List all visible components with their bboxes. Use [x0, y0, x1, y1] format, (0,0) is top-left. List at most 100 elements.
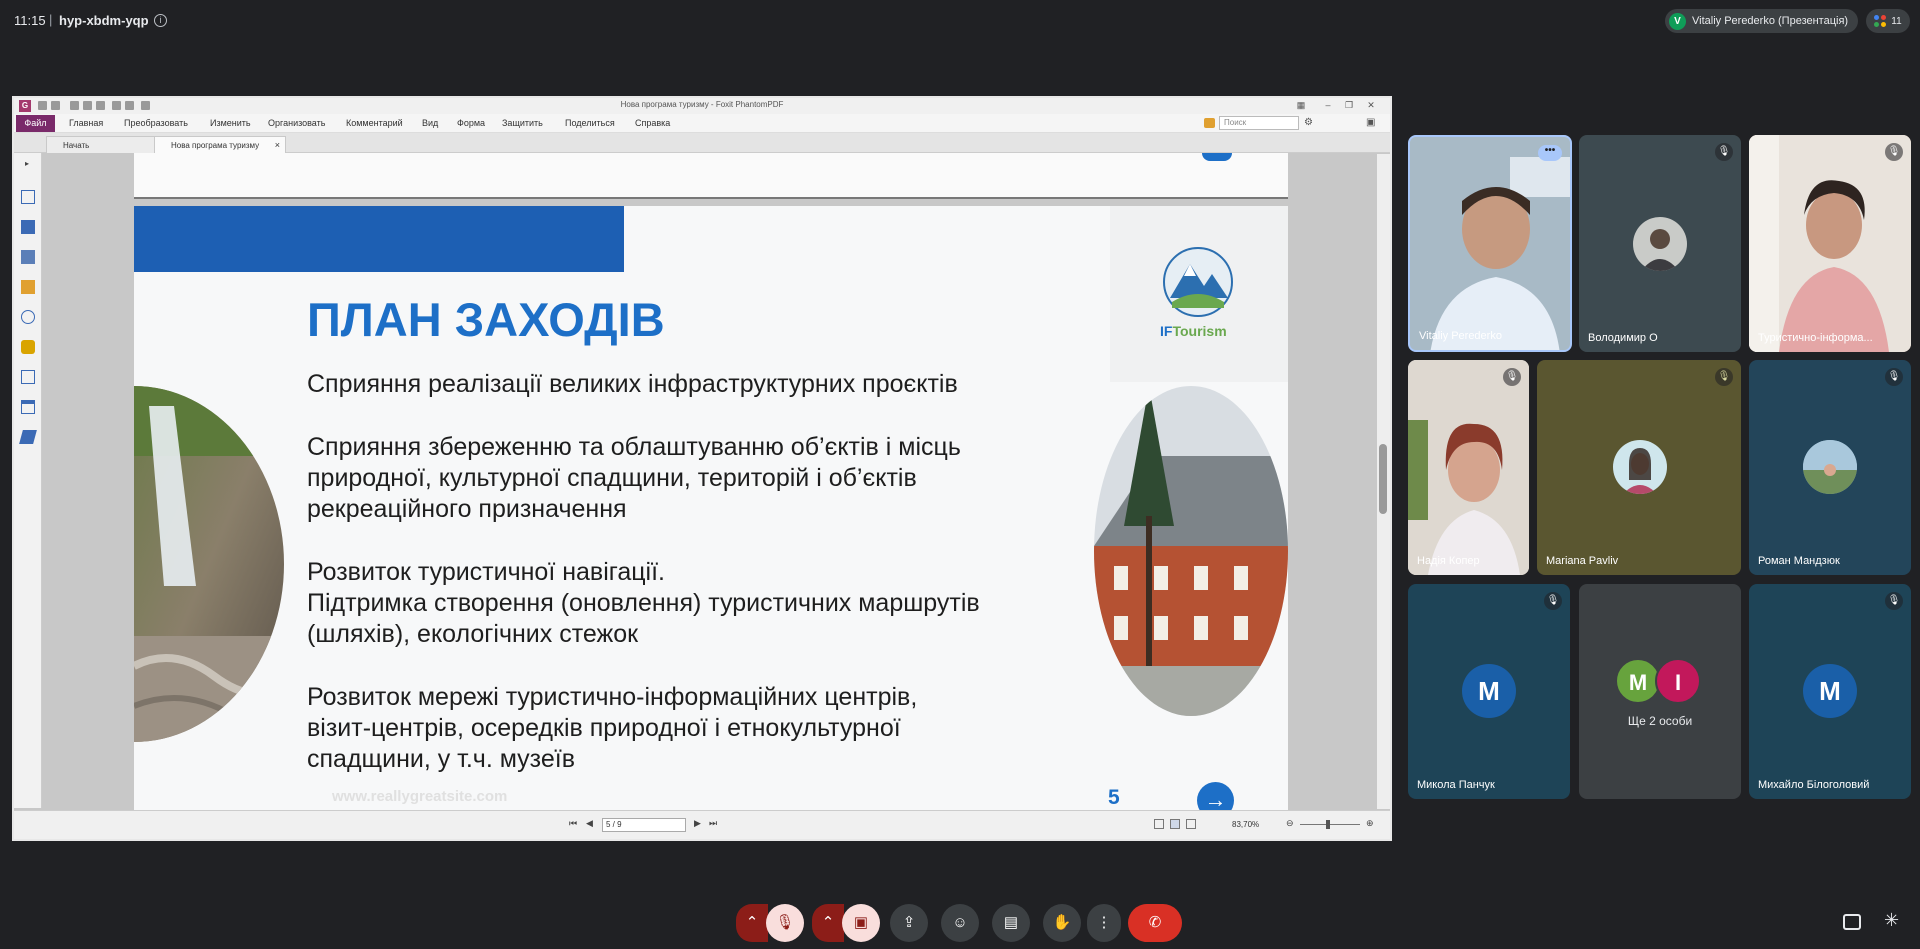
vertical-scrollbar[interactable] — [1377, 154, 1390, 809]
bookmarks-icon[interactable] — [21, 190, 35, 204]
destinations-icon[interactable] — [19, 430, 37, 444]
participant-name: Mariana Pavliv — [1546, 555, 1619, 567]
building-photo — [1094, 386, 1288, 716]
close-icon[interactable]: ✕ — [1364, 99, 1378, 111]
tab-label: Начать — [63, 141, 90, 150]
people-icon — [1874, 15, 1887, 27]
footer-url: www.reallygreatsite.com — [332, 788, 508, 805]
present-screen-button[interactable]: ⇪ — [890, 904, 928, 942]
continuous-page-icon[interactable] — [1170, 819, 1180, 829]
ribbon-toggle-icon[interactable]: ▦ — [1294, 99, 1308, 111]
page-number-input[interactable]: 5 / 9 — [602, 818, 686, 832]
pages-icon[interactable] — [21, 220, 35, 234]
comments-icon[interactable] — [21, 280, 35, 294]
menu-share[interactable]: Поделиться — [565, 118, 615, 128]
audio-options-button[interactable]: ⌃ — [736, 904, 768, 942]
reactions-button[interactable]: ☺ — [941, 904, 979, 942]
participant-tile[interactable]: ••• Vitaliy Perederko — [1408, 135, 1572, 352]
expand-panel-icon[interactable]: ▸ — [25, 159, 29, 168]
menu-view[interactable]: Вид — [422, 118, 438, 128]
slide-title: ПЛАН ЗАХОДІВ — [307, 293, 665, 346]
previous-next-button — [1202, 153, 1232, 161]
options-icon[interactable]: ▣ — [1366, 117, 1375, 128]
settings-icon[interactable]: ⚙ — [1304, 117, 1313, 128]
window-title: Нова програма туризму - Foxit PhantomPDF — [620, 100, 784, 109]
participant-tile[interactable]: 🎙 Туристично-інформа... — [1749, 135, 1911, 352]
menu-comment[interactable]: Комментарий — [346, 118, 403, 128]
participant-tile[interactable]: 🎙 Роман Мандзюк — [1749, 360, 1911, 575]
previous-page — [134, 153, 1288, 199]
participants-button[interactable]: 11 — [1866, 9, 1910, 33]
more-options-button[interactable]: ⋮ — [1087, 904, 1121, 942]
mic-off-icon: 🎙 — [1715, 368, 1733, 386]
separator: | — [49, 12, 53, 27]
captions-button[interactable]: ▤ — [992, 904, 1030, 942]
slide-number: 5 — [1108, 786, 1120, 809]
zoom-in-icon[interactable]: ⊕ — [1366, 818, 1374, 829]
participant-tile[interactable]: 🎙 Mariana Pavliv — [1537, 360, 1741, 575]
participant-tile[interactable]: M 🎙 Микола Панчук — [1408, 584, 1570, 799]
menu-home[interactable]: Главная — [69, 118, 103, 128]
single-page-icon[interactable] — [1154, 819, 1164, 829]
pdf-tabbar: Начать Нова програма туризму × — [14, 133, 1390, 153]
pdf-sidebar: ▸ — [14, 153, 42, 808]
layers-icon[interactable] — [21, 250, 35, 264]
bullet-4: Розвиток мережі туристично-інформаційних… — [307, 682, 917, 775]
first-page-icon[interactable]: ⏮ — [569, 818, 577, 829]
waterfall-photo — [134, 386, 284, 742]
logo-text: IFTourism — [1160, 323, 1227, 339]
zoom-level[interactable]: 83,70% — [1232, 820, 1259, 829]
participant-tile[interactable]: 🎙 Надія Копер — [1408, 360, 1529, 575]
mountains-logo-icon — [1163, 247, 1233, 317]
more-participants-tile[interactable]: M I Ще 2 особи — [1579, 584, 1741, 799]
find-icon[interactable] — [1204, 118, 1215, 128]
zoom-slider[interactable] — [1300, 824, 1360, 825]
tab-close-icon[interactable]: × — [275, 137, 280, 154]
menu-protect[interactable]: Защитить — [502, 118, 543, 128]
menu-file[interactable]: Файл — [16, 115, 55, 132]
minimize-icon[interactable]: – — [1321, 99, 1335, 111]
camera-toggle-button[interactable]: ▣ — [842, 904, 880, 942]
bullet-line: Розвиток туристичної навігації. — [307, 558, 666, 586]
zoom-slider-handle[interactable] — [1326, 820, 1330, 829]
search-input[interactable]: Поиск — [1219, 116, 1299, 130]
next-slide-arrow-icon: → — [1197, 782, 1234, 810]
facing-page-icon[interactable] — [1186, 819, 1196, 829]
chat-icon[interactable] — [1843, 914, 1861, 930]
activities-icon[interactable]: ✳ — [1884, 910, 1899, 931]
video-options-button[interactable]: ⌃ — [812, 904, 844, 942]
end-call-button[interactable]: ✆ — [1128, 904, 1182, 942]
menu-help[interactable]: Справка — [635, 118, 670, 128]
info-icon[interactable]: i — [154, 14, 167, 27]
participant-tile[interactable]: 🎙 Володимир О — [1579, 135, 1741, 352]
presenter-chip[interactable]: V Vitaliy Perederko (Презентація) — [1665, 9, 1859, 33]
restore-icon[interactable]: ❐ — [1342, 99, 1356, 111]
menu-form[interactable]: Форма — [457, 118, 485, 128]
content-icon[interactable] — [21, 400, 35, 414]
participant-name: Микола Панчук — [1417, 779, 1495, 791]
raise-hand-button[interactable]: ✋ — [1043, 904, 1081, 942]
menu-edit[interactable]: Изменить — [210, 118, 251, 128]
zoom-out-icon[interactable]: ⊖ — [1286, 818, 1294, 829]
last-page-icon[interactable]: ⏭ — [709, 818, 717, 829]
participant-video — [1749, 135, 1911, 352]
shared-screen-window: G Нова програма туризму - Foxit PhantomP… — [12, 96, 1392, 841]
participant-tile[interactable]: M 🎙 Михайло Білоголовий — [1749, 584, 1911, 799]
mic-off-icon: 🎙 — [1885, 143, 1903, 161]
scrollbar-thumb[interactable] — [1379, 444, 1387, 514]
participant-name: Надія Копер — [1417, 555, 1480, 567]
participant-avatar — [1803, 440, 1857, 494]
tab-document[interactable]: Нова програма туризму × — [154, 136, 286, 153]
security-icon[interactable] — [21, 340, 35, 354]
next-page-icon[interactable]: ▶ — [694, 818, 701, 829]
tab-start[interactable]: Начать — [46, 136, 156, 153]
attachments-icon[interactable] — [21, 310, 35, 324]
menu-organize[interactable]: Организовать — [268, 118, 325, 128]
menu-convert[interactable]: Преобразовать — [124, 118, 188, 128]
signatures-icon[interactable] — [21, 370, 35, 384]
prev-page-icon[interactable]: ◀ — [586, 818, 593, 829]
mic-toggle-button[interactable]: 🎙 — [766, 904, 804, 942]
more-options-icon[interactable]: ••• — [1538, 145, 1562, 161]
meeting-time: 11:15 — [14, 13, 46, 28]
bullet-line: Розвиток мережі туристично-інформаційних… — [307, 683, 918, 711]
